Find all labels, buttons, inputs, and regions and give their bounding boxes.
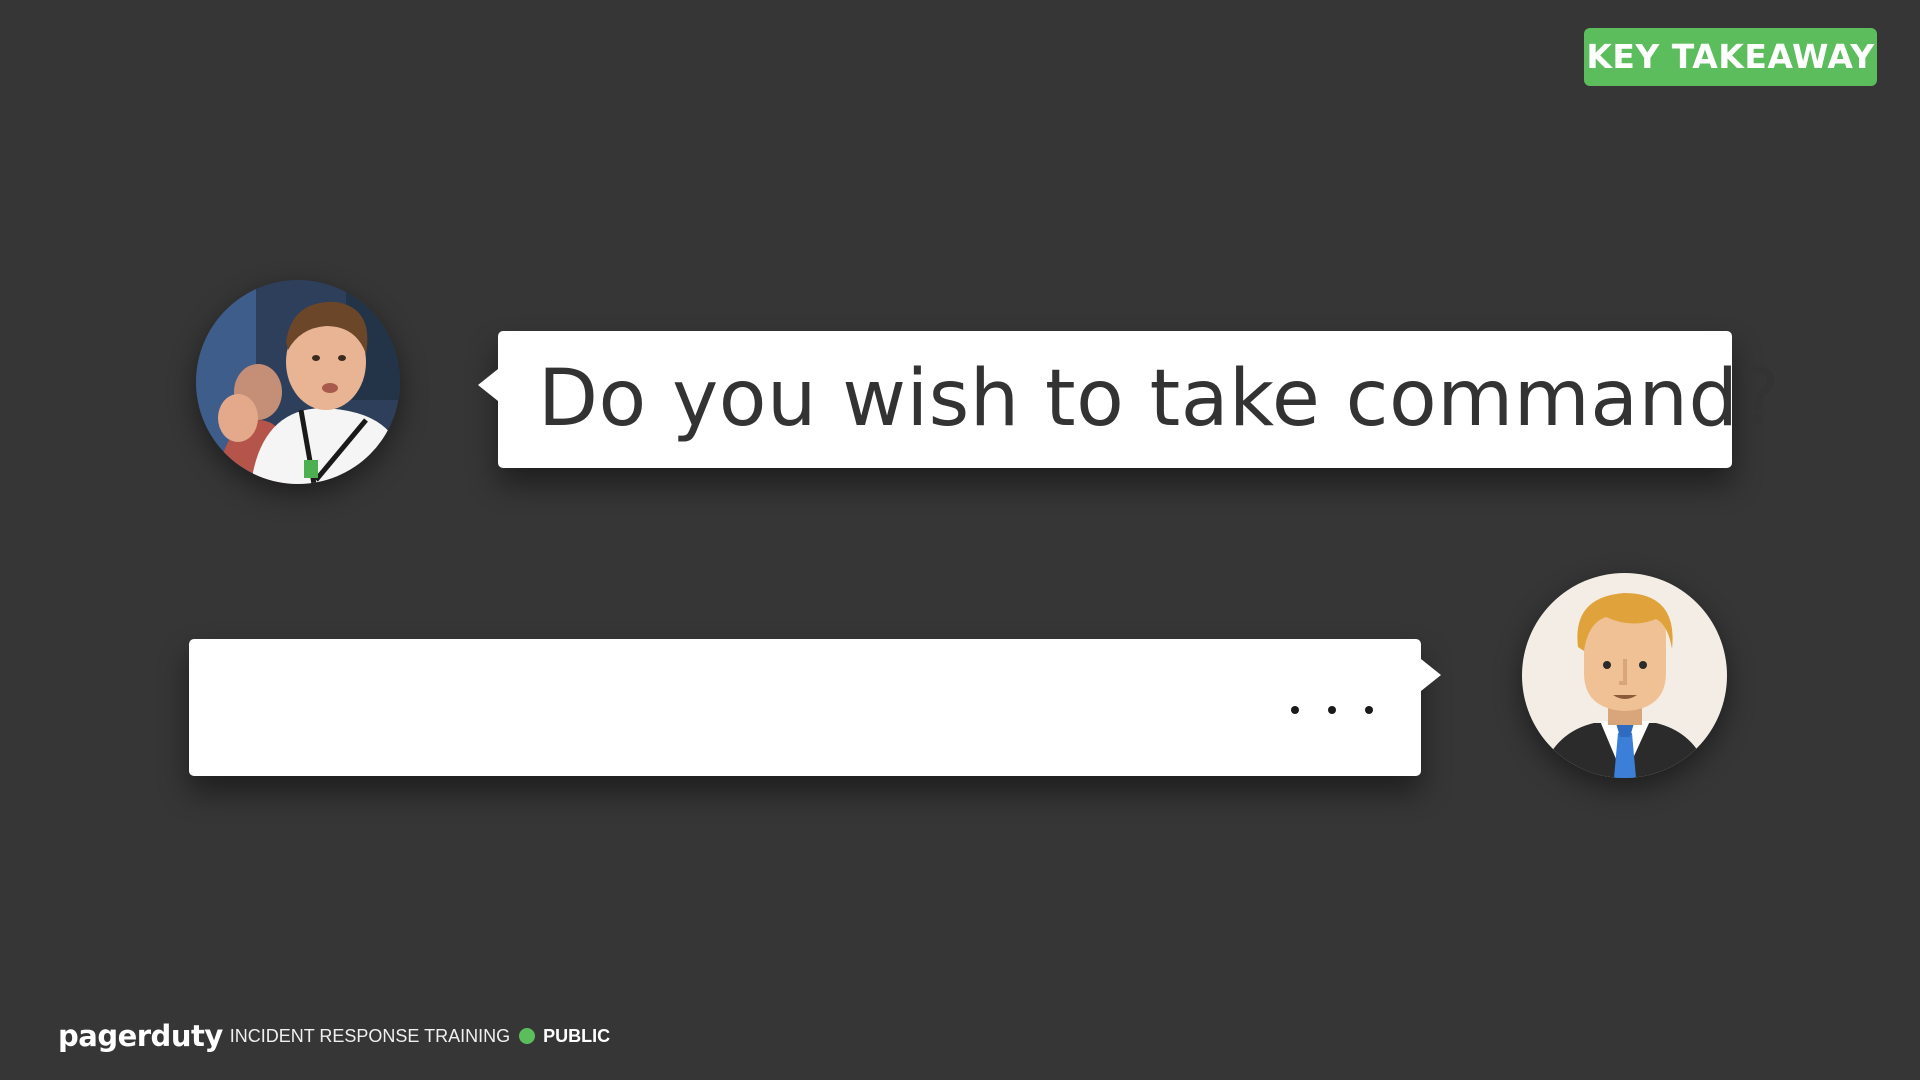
typing-dot [1365,706,1373,714]
speaker-photo-avatar [196,280,400,484]
pagerduty-logo: pagerduty [58,1019,223,1053]
question-speech-bubble: Do you wish to take command? [478,331,1780,468]
typing-dot [1328,706,1336,714]
typing-dot [1291,706,1299,714]
status-dot-icon [519,1028,536,1044]
key-takeaway-badge: KEY TAKEAWAY [1584,28,1877,86]
classification-label: PUBLIC [543,1025,611,1046]
footer-subtitle: INCIDENT RESPONSE TRAINING [229,1025,511,1046]
typing-dots-icon [1291,706,1373,714]
speaker-cartoon-avatar [1522,573,1727,778]
footer: pagerduty INCIDENT RESPONSE TRAINING PUB… [58,1019,611,1053]
question-text: Do you wish to take command? [538,354,1781,444]
photo-avatar [196,280,400,484]
businessman-avatar-icon [1522,573,1727,778]
reply-speech-bubble [189,639,1441,776]
